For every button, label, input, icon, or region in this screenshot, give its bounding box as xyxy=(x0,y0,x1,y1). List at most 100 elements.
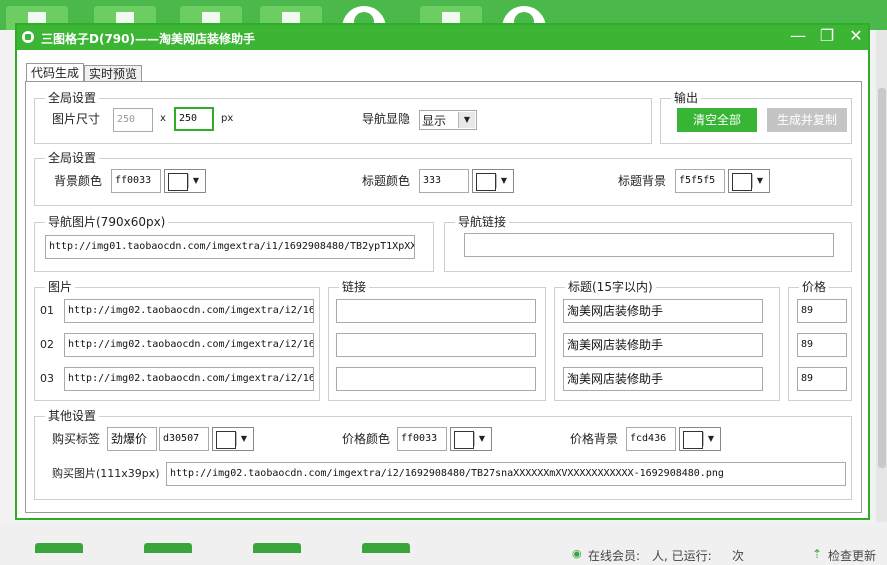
color-swatch xyxy=(454,431,474,449)
link-input[interactable] xyxy=(336,299,536,323)
global-settings-group: 全局设置 图片尺寸 250 x 250 px 导航显隐 显示 ▼ xyxy=(34,90,652,144)
background-scrollbar[interactable] xyxy=(878,88,886,468)
title-bg-label: 标题背景 xyxy=(618,174,667,188)
title-bar[interactable]: 三图格子D(790)——淘美网店装修助手 — ❐ ✕ xyxy=(17,25,868,50)
chevron-down-icon: ▼ xyxy=(236,432,251,446)
titles-group: 标题(15字以内) 淘美网店装修助手 淘美网店装修助手 淘美网店装修助手 xyxy=(554,279,780,401)
bottom-button[interactable] xyxy=(144,543,192,553)
color-swatch xyxy=(216,431,236,449)
price-bg-input[interactable]: fcd436 xyxy=(626,427,676,451)
buy-image-input[interactable]: http://img02.taobaocdn.com/imgextra/i2/1… xyxy=(166,462,846,486)
generate-copy-button[interactable]: 生成并复制 xyxy=(767,108,847,132)
clear-all-button[interactable]: 清空全部 xyxy=(677,108,757,132)
price-bg-picker[interactable]: ▼ xyxy=(679,427,721,451)
color-swatch xyxy=(476,173,496,191)
dialog-body: 代码生成 实时预览 全局设置 图片尺寸 250 x 250 px 导航显隐 显示… xyxy=(25,63,862,513)
color-swatch xyxy=(732,173,752,191)
group-legend: 输出 xyxy=(671,90,702,106)
width-input[interactable]: 250 xyxy=(113,108,153,132)
nav-visibility-value: 显示 xyxy=(422,114,447,128)
height-input[interactable]: 250 xyxy=(174,107,214,131)
title-color-input[interactable]: 333 xyxy=(419,169,469,193)
image-size-label: 图片尺寸 xyxy=(52,112,101,126)
link-input[interactable] xyxy=(336,367,536,391)
group-legend: 图片 xyxy=(45,279,76,295)
title-input[interactable]: 淘美网店装修助手 xyxy=(563,367,763,391)
row-index: 01 xyxy=(40,304,54,317)
buy-tag-color-picker[interactable]: ▼ xyxy=(212,427,254,451)
status-bar xyxy=(0,522,887,565)
group-legend: 导航链接 xyxy=(455,214,510,230)
title-bg-picker[interactable]: ▼ xyxy=(728,169,770,193)
price-input[interactable]: 89 xyxy=(797,333,847,357)
picture-url-input[interactable]: http://img02.taobaocdn.com/imgextra/i2/1… xyxy=(64,367,314,391)
title-color-picker[interactable]: ▼ xyxy=(472,169,514,193)
prices-group: 价格 89 89 89 xyxy=(788,279,852,401)
nav-image-group: 导航图片(790x60px) http://img01.taobaocdn.co… xyxy=(34,214,434,272)
bg-color-label: 背景颜色 xyxy=(54,174,103,188)
buy-image-label: 购买图片(111x39px) xyxy=(52,467,160,480)
unit-label: px xyxy=(221,113,234,124)
nav-visibility-label: 导航显隐 xyxy=(362,112,411,126)
chevron-down-icon: ▼ xyxy=(458,112,475,128)
pictures-group: 图片 01 http://img02.taobaocdn.com/imgextr… xyxy=(34,279,320,401)
row-index: 02 xyxy=(40,338,54,351)
output-group: 输出 清空全部 生成并复制 xyxy=(660,90,852,144)
color-swatch xyxy=(683,431,703,449)
tab-code-generate[interactable]: 代码生成 xyxy=(26,63,84,81)
link-input[interactable] xyxy=(336,333,536,357)
bottom-button[interactable] xyxy=(35,543,83,553)
bottom-button[interactable] xyxy=(253,543,301,553)
nav-visibility-select[interactable]: 显示 ▼ xyxy=(419,110,477,130)
title-bg-input[interactable]: f5f5f5 xyxy=(675,169,725,193)
nav-image-input[interactable]: http://img01.taobaocdn.com/imgextra/i1/1… xyxy=(45,235,415,259)
row-index: 03 xyxy=(40,372,54,385)
nav-link-group: 导航链接 xyxy=(444,214,852,272)
title-input[interactable]: 淘美网店装修助手 xyxy=(563,333,763,357)
maximize-button[interactable]: ❐ xyxy=(812,25,842,49)
picture-url-input[interactable]: http://img02.taobaocdn.com/imgextra/i2/1… xyxy=(64,333,314,357)
main-dialog: 三图格子D(790)——淘美网店装修助手 — ❐ ✕ 代码生成 实时预览 全局设… xyxy=(15,23,870,520)
runs-suffix: 次 xyxy=(732,549,745,563)
price-input[interactable]: 89 xyxy=(797,367,847,391)
price-bg-label: 价格背景 xyxy=(570,432,619,446)
bg-color-picker[interactable]: ▼ xyxy=(164,169,206,193)
check-update-link[interactable]: 检查更新 xyxy=(828,547,876,564)
chevron-down-icon: ▼ xyxy=(703,432,718,446)
buy-tag-input[interactable]: 劲爆价 xyxy=(107,427,157,451)
group-legend: 导航图片(790x60px) xyxy=(45,214,169,230)
chevron-down-icon: ▼ xyxy=(474,432,489,446)
online-label: 在线会员: xyxy=(588,549,641,563)
bottom-button[interactable] xyxy=(362,543,410,553)
color-swatch xyxy=(168,173,188,191)
buy-tag-color-input[interactable]: d30507 xyxy=(159,427,209,451)
group-legend: 标题(15字以内) xyxy=(565,279,656,295)
color-settings-group: 全局设置 背景颜色 ff0033 ▼ 标题颜色 333 ▼ 标题背景 f5f5f… xyxy=(34,150,852,206)
price-input[interactable]: 89 xyxy=(797,299,847,323)
app-logo-icon xyxy=(22,31,34,43)
bg-color-input[interactable]: ff0033 xyxy=(111,169,161,193)
tab-panel: 全局设置 图片尺寸 250 x 250 px 导航显隐 显示 ▼ 输出 清空全部… xyxy=(25,81,862,513)
chevron-down-icon: ▼ xyxy=(752,174,767,188)
group-legend: 价格 xyxy=(799,279,830,295)
buy-tag-label: 购买标签 xyxy=(52,432,101,446)
chevron-down-icon: ▼ xyxy=(496,174,511,188)
window-title: 三图格子D(790)——淘美网店装修助手 xyxy=(41,32,255,46)
tab-live-preview[interactable]: 实时预览 xyxy=(84,65,142,81)
price-color-picker[interactable]: ▼ xyxy=(450,427,492,451)
online-suffix: 人, 已运行: xyxy=(652,549,712,563)
group-legend: 链接 xyxy=(339,279,370,295)
other-settings-group: 其他设置 购买标签 劲爆价 d30507 ▼ 价格颜色 ff0033 ▼ 价格背… xyxy=(34,408,852,500)
picture-url-input[interactable]: http://img02.taobaocdn.com/imgextra/i2/1… xyxy=(64,299,314,323)
links-group: 链接 xyxy=(328,279,546,401)
title-color-label: 标题颜色 xyxy=(362,174,411,188)
online-icon: ◉ xyxy=(572,547,582,560)
close-button[interactable]: ✕ xyxy=(841,25,871,49)
minimize-button[interactable]: — xyxy=(783,25,813,49)
price-color-input[interactable]: ff0033 xyxy=(397,427,447,451)
price-color-label: 价格颜色 xyxy=(342,432,391,446)
title-input[interactable]: 淘美网店装修助手 xyxy=(563,299,763,323)
update-icon: ⇡ xyxy=(812,547,823,561)
group-legend: 全局设置 xyxy=(45,90,100,106)
nav-link-input[interactable] xyxy=(464,233,834,257)
